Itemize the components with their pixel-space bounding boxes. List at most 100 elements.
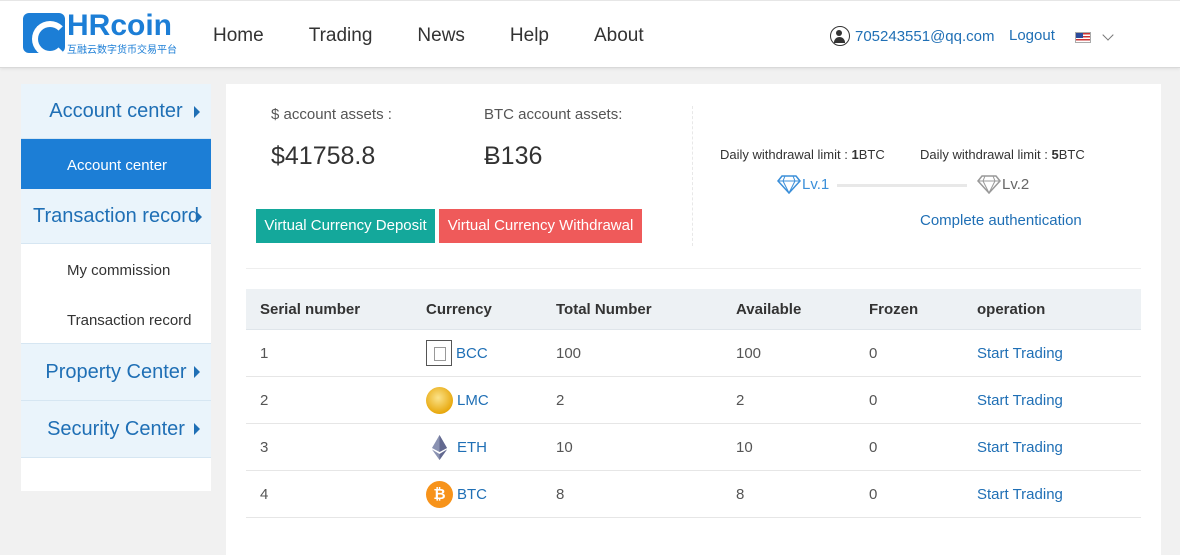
currency-link[interactable]: LMC bbox=[457, 392, 489, 409]
table-row: 3 ETH 10 10 0 Start Trading bbox=[246, 424, 1141, 471]
row-serial: 3 bbox=[260, 438, 269, 456]
row-total: 10 bbox=[556, 438, 573, 456]
currency-link[interactable]: BTC bbox=[457, 486, 487, 503]
row-available: 10 bbox=[736, 438, 753, 456]
caret-right-icon bbox=[196, 211, 202, 223]
sidebar-item-my-commission[interactable]: My commission bbox=[21, 244, 211, 294]
lv2-withdrawal-limit: Daily withdrawal limit : 5BTC bbox=[920, 147, 1085, 162]
row-frozen: 0 bbox=[869, 391, 878, 409]
deposit-button[interactable]: Virtual Currency Deposit bbox=[256, 209, 435, 243]
table-row: 4 ₿ BTC 8 8 0 Start Trading bbox=[246, 471, 1141, 518]
caret-right-icon bbox=[194, 423, 200, 435]
main-nav: Home Trading News Help About bbox=[213, 25, 689, 47]
top-header: HRcoin 互融云数字货币交易平台 Home Trading News Hel… bbox=[0, 0, 1180, 68]
row-serial: 4 bbox=[260, 485, 269, 503]
diamond-icon bbox=[977, 175, 1001, 194]
nav-news[interactable]: News bbox=[417, 25, 465, 47]
row-currency: LMC bbox=[426, 386, 556, 414]
lv2-limit-amount: 5 bbox=[1051, 147, 1059, 162]
lv1-limit-amount: 1 bbox=[851, 147, 859, 162]
row-currency: ₿ BTC bbox=[426, 480, 556, 508]
caret-right-icon bbox=[194, 366, 200, 378]
currency-link[interactable]: ETH bbox=[457, 439, 487, 456]
row-frozen: 0 bbox=[869, 438, 878, 456]
sidebar: Account center Account center Transactio… bbox=[21, 84, 211, 491]
bcc-icon bbox=[426, 340, 452, 366]
sidebar-group-security-center[interactable]: Security Center bbox=[21, 401, 211, 458]
row-total: 100 bbox=[556, 344, 582, 362]
table-header: Serial number Currency Total Number Avai… bbox=[246, 289, 1141, 330]
logo-mark-icon bbox=[23, 13, 68, 57]
logo-subtitle: 互融云数字货币交易平台 bbox=[67, 45, 177, 56]
col-currency: Currency bbox=[426, 300, 492, 318]
level-1: Lv.1 bbox=[777, 174, 829, 194]
user-email[interactable]: 705243551@qq.com bbox=[855, 28, 995, 45]
nav-help[interactable]: Help bbox=[510, 25, 549, 47]
lv1-limit-unit: BTC bbox=[858, 147, 885, 162]
row-total: 2 bbox=[556, 391, 565, 409]
us-flag-icon[interactable] bbox=[1075, 32, 1091, 43]
nav-about[interactable]: About bbox=[594, 25, 644, 47]
row-frozen: 0 bbox=[869, 485, 878, 503]
caret-right-icon bbox=[194, 106, 200, 118]
col-frozen: Frozen bbox=[869, 300, 919, 318]
lv1-limit-prefix: Daily withdrawal limit : bbox=[720, 147, 848, 162]
sidebar-item-transaction-record[interactable]: Transaction record bbox=[21, 294, 211, 344]
user-account[interactable]: 705243551@qq.com bbox=[830, 26, 995, 46]
level-2: Lv.2 bbox=[977, 174, 1029, 194]
table-row: 2 LMC 2 2 0 Start Trading bbox=[246, 377, 1141, 424]
start-trading-link[interactable]: Start Trading bbox=[977, 486, 1141, 503]
sidebar-group-label: Transaction record bbox=[33, 205, 199, 227]
eth-icon bbox=[432, 434, 447, 460]
start-trading-link[interactable]: Start Trading bbox=[977, 345, 1141, 362]
lv2-label: Lv.2 bbox=[1002, 175, 1030, 193]
col-total: Total Number bbox=[556, 300, 652, 318]
sidebar-group-transaction-record[interactable]: Transaction record bbox=[21, 189, 211, 244]
level-progress-line bbox=[837, 184, 967, 187]
usd-assets-label: $ account assets : bbox=[271, 106, 392, 123]
usd-assets-value: $41758.8 bbox=[271, 142, 376, 170]
row-currency: ETH bbox=[426, 434, 556, 461]
lv1-label: Lv.1 bbox=[802, 175, 830, 193]
row-serial: 2 bbox=[260, 391, 269, 409]
row-available: 2 bbox=[736, 391, 745, 409]
lv1-withdrawal-limit: Daily withdrawal limit : 1BTC bbox=[720, 147, 885, 162]
main-panel: $ account assets : $41758.8 BTC account … bbox=[226, 84, 1161, 555]
sidebar-group-label: Property Center bbox=[45, 361, 187, 383]
btc-assets-label: BTC account assets: bbox=[484, 106, 623, 123]
col-serial: Serial number bbox=[260, 300, 361, 318]
row-total: 8 bbox=[556, 485, 565, 503]
row-serial: 1 bbox=[260, 344, 269, 362]
logo-text: HRcoin bbox=[67, 9, 172, 42]
lv2-limit-unit: BTC bbox=[1058, 147, 1085, 162]
col-available: Available bbox=[736, 300, 802, 318]
assets-table: Serial number Currency Total Number Avai… bbox=[246, 289, 1141, 518]
row-available: 8 bbox=[736, 485, 745, 503]
withdraw-button[interactable]: Virtual Currency Withdrawal bbox=[439, 209, 642, 243]
btc-assets-value: Ƀ136 bbox=[484, 142, 543, 170]
start-trading-link[interactable]: Start Trading bbox=[977, 439, 1141, 456]
lmc-icon bbox=[426, 386, 453, 414]
row-available: 100 bbox=[736, 344, 762, 362]
lv2-limit-prefix: Daily withdrawal limit : bbox=[920, 147, 1048, 162]
currency-link[interactable]: BCC bbox=[456, 345, 488, 362]
hrcoin-logo[interactable]: HRcoin 互融云数字货币交易平台 bbox=[23, 9, 183, 57]
row-currency: BCC bbox=[426, 340, 556, 366]
sidebar-item-account-center[interactable]: Account center bbox=[21, 139, 211, 189]
nav-home[interactable]: Home bbox=[213, 25, 264, 47]
start-trading-link[interactable]: Start Trading bbox=[977, 392, 1141, 409]
sidebar-group-account-center[interactable]: Account center bbox=[21, 84, 211, 139]
diamond-icon bbox=[777, 175, 801, 194]
divider bbox=[246, 268, 1141, 269]
divider bbox=[692, 106, 693, 246]
sidebar-group-property-center[interactable]: Property Center bbox=[21, 344, 211, 401]
row-frozen: 0 bbox=[869, 344, 878, 362]
sidebar-group-label: Security Center bbox=[47, 418, 185, 440]
nav-trading[interactable]: Trading bbox=[309, 25, 373, 47]
logout-link[interactable]: Logout bbox=[1009, 27, 1055, 44]
chevron-down-icon[interactable] bbox=[1102, 29, 1114, 41]
user-icon bbox=[830, 26, 850, 46]
btc-icon: ₿ bbox=[426, 480, 453, 508]
complete-authentication-link[interactable]: Complete authentication bbox=[920, 212, 1082, 229]
table-row: 1 BCC 100 100 0 Start Trading bbox=[246, 330, 1141, 377]
